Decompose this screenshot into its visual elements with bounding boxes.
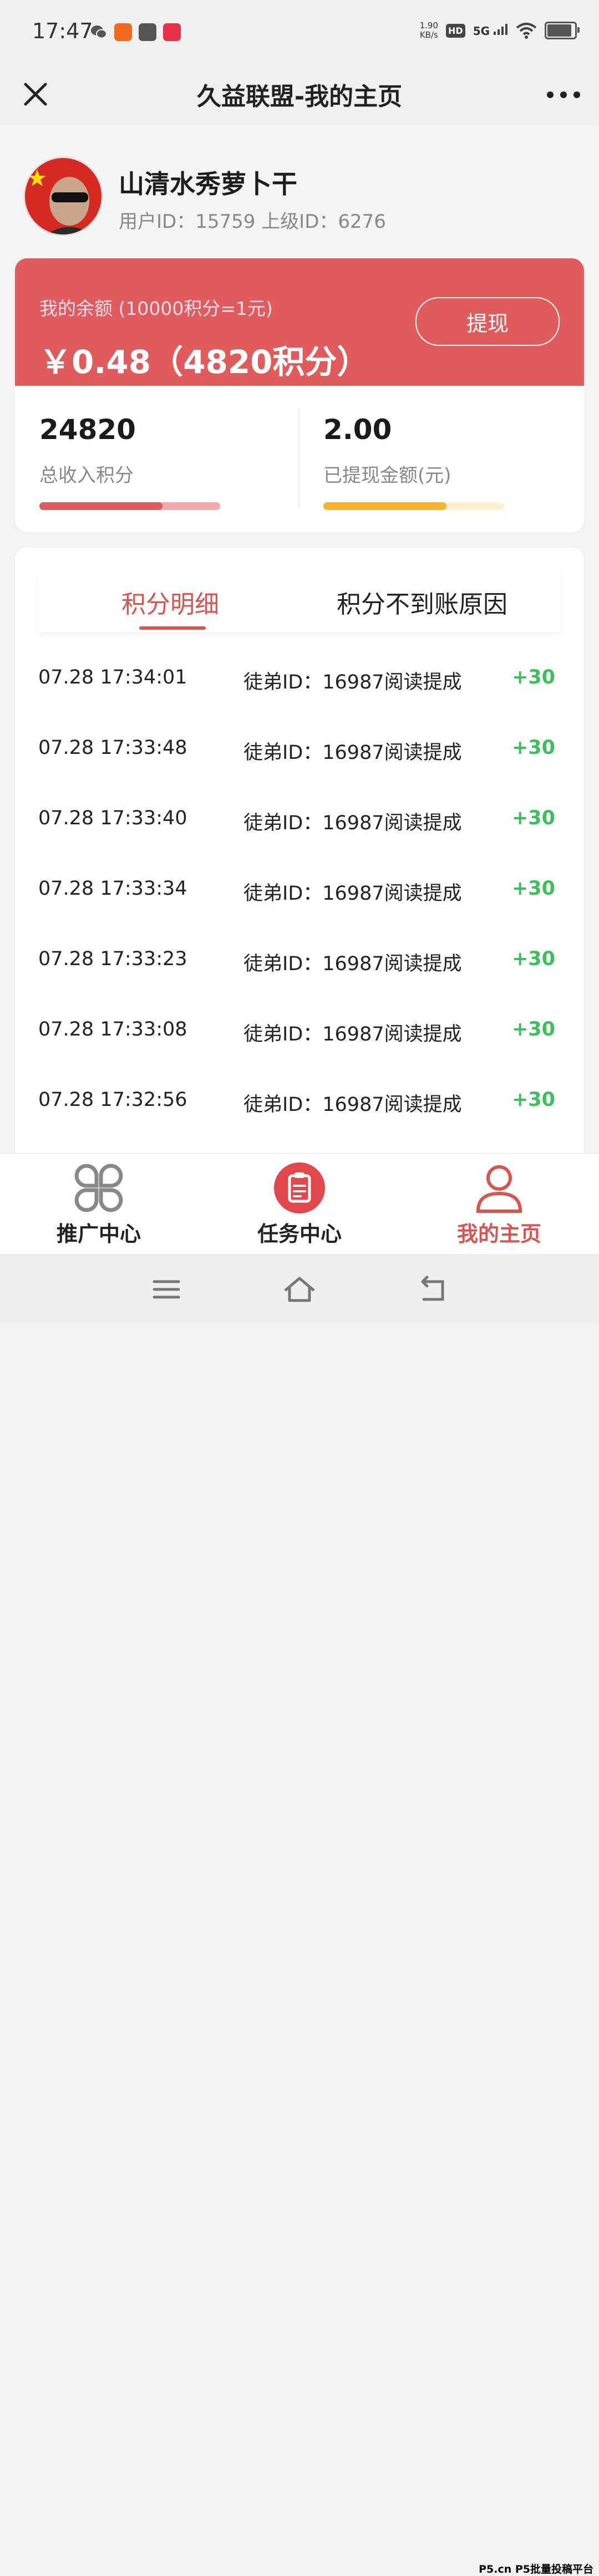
user-ids: 用户ID：15759 上级ID：6276 [119,211,386,233]
record-time: 07.28 17:32:56 [38,1089,187,1111]
username: 山清水秀萝卜干 [119,169,297,199]
record-points: +30 [511,807,555,829]
tab-label: 任务中心 [257,1222,342,1246]
status-time: 17:47 [32,19,93,43]
signal-icon [494,23,507,35]
record-points: +30 [511,666,555,688]
clover-icon [74,1164,123,1212]
stat-label: 总收入积分 [39,465,134,487]
hd-badge: HD [446,23,465,38]
record-description: 徒弟ID：16987阅读提成 [243,671,462,693]
record-row: 07.28 17:33:34 徒弟ID：16987阅读提成 +30 [38,855,574,925]
avatar[interactable] [23,156,103,236]
balance-amount: ￥0.48（4820积分） [39,343,369,381]
clipboard-icon [274,1162,325,1213]
main-content[interactable]: 山清水秀萝卜干 用户ID：15759 上级ID：6276 我的余额 (10000… [0,125,599,1153]
record-description: 徒弟ID：16987阅读提成 [243,1023,462,1045]
divider [298,408,300,508]
points-list-card: 积分明细 积分不到账原因 07.28 17:34:01 徒弟ID：16987阅读提… [15,548,584,1153]
app-notification-icon-3 [163,23,181,41]
progress-fill [39,502,163,510]
tab-label: 我的主页 [456,1222,541,1246]
status-bar: 17:47 1.90 KB/s HD 5G [0,0,599,64]
status-right: 1.90 KB/s HD 5G [419,21,580,40]
record-description: 徒弟ID：16987阅读提成 [243,1094,462,1116]
progress-bar [323,502,504,510]
back-icon[interactable] [415,1272,450,1307]
record-time: 07.28 17:33:23 [38,948,187,970]
record-row: 07.28 17:33:08 徒弟ID：16987阅读提成 +30 [38,996,574,1066]
app-notification-icon-2 [139,23,156,41]
record-time: 07.28 17:33:40 [38,807,187,829]
user-icon [476,1165,522,1213]
app-notification-icon [114,23,132,41]
wifi-icon [516,23,537,39]
avatar-image [25,158,101,234]
watermark: P5.cn P5批量投稿平台 [479,2563,593,2575]
tab-points-detail[interactable]: 积分明细 [121,584,219,620]
record-points: +30 [511,878,555,900]
notification-icons [90,23,181,41]
record-time: 07.28 17:34:01 [38,666,187,688]
record-row: 07.28 17:33:40 徒弟ID：16987阅读提成 +30 [38,785,574,855]
progress-fill [323,502,446,510]
record-row: 07.28 17:32:56 徒弟ID：16987阅读提成 +30 [38,1067,574,1136]
balance-header: 我的余额 (10000积分=1元) ￥0.48（4820积分） 提现 [15,258,584,386]
balance-label: 我的余额 (10000积分=1元) [39,298,273,319]
profile-section: 山清水秀萝卜干 用户ID：15759 上级ID：6276 [0,125,599,258]
tab-my-homepage[interactable]: 我的主页 [416,1154,582,1254]
page-title: 久益联盟-我的主页 [196,83,403,111]
net-speed: 1.90 KB/s [419,21,439,40]
tab-promotion-center[interactable]: 推广中心 [16,1154,182,1254]
tab-indicator [139,626,206,630]
record-time: 07.28 17:33:48 [38,737,187,759]
tab-points-missing-reason[interactable]: 积分不到账原因 [337,584,507,620]
record-row: 07.28 17:33:23 徒弟ID：16987阅读提成 +30 [38,926,574,996]
network-5g-icon: 5G [473,23,508,38]
nav-bar: 久益联盟-我的主页 [0,64,599,125]
balance-card: 我的余额 (10000积分=1元) ￥0.48（4820积分） 提现 24820… [15,258,584,532]
progress-bar [39,502,220,510]
record-points: +30 [511,948,555,970]
record-row: 07.28 17:34:01 徒弟ID：16987阅读提成 +30 [38,644,574,714]
tab-label: 推广中心 [56,1222,141,1246]
record-points: +30 [511,737,555,759]
withdraw-button[interactable]: 提现 [415,297,560,346]
stat-label: 已提现金额(元) [323,465,451,487]
record-description: 徒弟ID：16987阅读提成 [243,742,462,764]
stat-value: 24820 [39,414,136,446]
record-points: +30 [511,1089,555,1111]
record-points: +30 [511,1018,555,1040]
battery-icon [545,22,580,39]
wechat-icon [91,25,107,39]
record-description: 徒弟ID：16987阅读提成 [243,953,462,975]
menu-icon[interactable] [149,1272,184,1307]
record-time: 07.28 17:33:08 [38,1018,187,1040]
system-nav-bar: P5.cn P5批量投稿平台 [0,1254,599,2575]
bottom-tab-bar: 推广中心 任务中心 我的主页 [0,1153,599,1254]
stat-value: 2.00 [323,414,392,446]
home-icon[interactable] [282,1272,317,1307]
record-description: 徒弟ID：16987阅读提成 [243,812,462,834]
record-description: 徒弟ID：16987阅读提成 [243,883,462,905]
more-icon[interactable] [547,81,580,109]
tab-bar: 积分明细 积分不到账原因 [38,571,561,632]
record-row: 07.28 17:33:48 徒弟ID：16987阅读提成 +30 [38,715,574,784]
tab-task-center[interactable]: 任务中心 [216,1154,383,1254]
record-time: 07.28 17:33:34 [38,878,187,900]
